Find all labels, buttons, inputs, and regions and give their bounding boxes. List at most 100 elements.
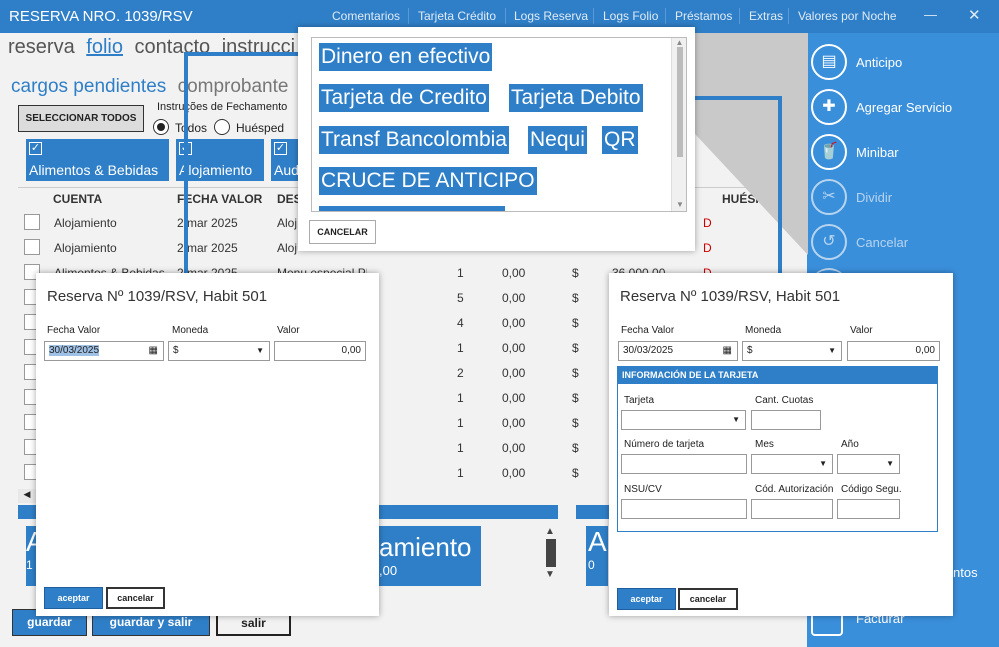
action-agregar-servicio[interactable]: ✚ Agregar Servicio <box>807 87 999 127</box>
tab-cargos-pendientes[interactable]: cargos pendientes <box>11 76 166 97</box>
scroll-up-icon[interactable]: ▲ <box>545 526 559 537</box>
cancel-payment-button[interactable]: CANCELAR <box>309 220 376 244</box>
scroll-thumb[interactable] <box>546 539 556 567</box>
cell-cur: $ <box>572 266 579 280</box>
valor-label: Valor <box>850 325 873 336</box>
mes-label: Mes <box>755 439 774 450</box>
option-efectivo[interactable]: Dinero en efectivo <box>319 43 493 71</box>
chevron-down-icon: ▼ <box>819 459 827 468</box>
scroll-thumb[interactable] <box>676 47 683 157</box>
option-bancolombia[interactable]: Transf Bancolombia <box>319 126 509 154</box>
valor-label: Valor <box>277 325 300 336</box>
radio-todos[interactable] <box>153 119 169 135</box>
option-cruce-anticipo[interactable]: CRUCE DE ANTICIPO <box>319 167 537 195</box>
action-label: Minibar <box>856 145 899 160</box>
tab-folio[interactable]: folio <box>86 36 123 58</box>
cancel-button[interactable]: cancelar <box>106 587 165 609</box>
scroll-up-icon[interactable]: ▲ <box>672 38 686 47</box>
minimize-icon[interactable]: — <box>924 7 937 22</box>
chevron-down-icon: ▼ <box>256 346 264 355</box>
cell-val: 0,00 <box>502 366 526 380</box>
menu-tarjeta-credito[interactable]: Tarjeta Crédito <box>418 9 496 23</box>
cell-cur: $ <box>572 291 579 305</box>
nsu-label: NSU/CV <box>624 484 662 495</box>
menu-logs-reserva[interactable]: Logs Reserva <box>514 9 588 23</box>
list-scrollbar[interactable]: ▲ ▼ <box>671 38 686 211</box>
scissors-icon: ✂ <box>811 179 847 215</box>
moneda-label: Moneda <box>172 325 209 336</box>
cell-cur: $ <box>572 416 579 430</box>
valor-input[interactable]: 0,00 <box>847 341 940 361</box>
payment-method-popup: Dinero en efectivo Tarjeta de Credito Ta… <box>298 27 695 251</box>
payment-method-list[interactable]: Dinero en efectivo Tarjeta de Credito Ta… <box>311 37 687 212</box>
menu-separator <box>593 8 594 24</box>
action-minibar[interactable]: 🥤 Minibar <box>807 132 999 172</box>
scroll-left-icon[interactable]: ◀ <box>18 489 36 503</box>
category-alimentos[interactable]: ✓ Alimentos & Bebidas <box>26 139 169 181</box>
fecha-label: Fecha Valor <box>47 325 101 336</box>
tab-reserva[interactable]: reserva <box>8 36 75 58</box>
cell-cant: 1 <box>457 466 464 480</box>
column-cuenta: CUENTA <box>53 192 103 206</box>
summary-label: amiento <box>379 532 472 562</box>
cell-val: 0,00 <box>502 391 526 405</box>
menu-extras[interactable]: Extras <box>749 9 783 23</box>
cell-cant: 5 <box>457 291 464 305</box>
calendar-icon[interactable]: ▦ <box>723 342 732 360</box>
action-dividir[interactable]: ✂ Dividir <box>807 177 999 217</box>
menu-separator <box>788 8 789 24</box>
numero-input[interactable] <box>621 454 747 474</box>
anio-select[interactable]: ▼ <box>837 454 900 474</box>
cell-cant: 1 <box>457 341 464 355</box>
calendar-icon[interactable]: ▦ <box>149 342 158 360</box>
row-checkbox[interactable] <box>24 214 40 230</box>
fecha-input[interactable]: 30/03/2025 ▦ <box>44 341 164 361</box>
cuotas-input[interactable] <box>751 410 821 430</box>
valor-input[interactable]: 0,00 <box>274 341 366 361</box>
numero-label: Número de tarjeta <box>624 439 705 450</box>
menu-separator <box>408 8 409 24</box>
tarjeta-select[interactable]: ▼ <box>621 410 746 430</box>
menu-valores-noche[interactable]: Valores por Noche <box>798 9 897 23</box>
nsu-input[interactable] <box>621 499 747 519</box>
option-nequi[interactable]: Nequi <box>528 126 587 154</box>
accept-button[interactable]: aceptar <box>617 588 676 610</box>
menu-logs-folio[interactable]: Logs Folio <box>603 9 658 23</box>
accept-button[interactable]: aceptar <box>44 587 103 609</box>
mes-select[interactable]: ▼ <box>751 454 833 474</box>
cell-cur: $ <box>572 441 579 455</box>
fecha-label: Fecha Valor <box>621 325 675 336</box>
select-all-button[interactable]: SELECCIONAR TODOS <box>18 105 144 132</box>
option-tarjeta-credito[interactable]: Tarjeta de Credito <box>319 84 489 112</box>
scroll-down-icon[interactable]: ▼ <box>672 200 686 209</box>
chevron-down-icon: ▼ <box>828 346 836 355</box>
cell-val: 0,00 <box>502 416 526 430</box>
close-icon[interactable]: ✕ <box>968 6 981 24</box>
undo-icon: ↺ <box>811 224 847 260</box>
option-tarjeta-debito[interactable]: Tarjeta Debito <box>509 84 643 112</box>
seguridad-label: Código Segu. <box>841 484 902 495</box>
row-checkbox[interactable] <box>24 239 40 255</box>
scroll-down-icon[interactable]: ▼ <box>545 569 559 580</box>
cell-val: 0,00 <box>502 291 526 305</box>
moneda-select[interactable]: $ ▼ <box>168 341 270 361</box>
action-cancelar[interactable]: ↺ Cancelar <box>807 222 999 262</box>
cell-cur: $ <box>572 316 579 330</box>
action-anticipo[interactable]: ▤ Anticipo <box>807 42 999 82</box>
cell-cant: 1 <box>457 416 464 430</box>
seguridad-input[interactable] <box>837 499 900 519</box>
cancel-button[interactable]: cancelar <box>678 588 738 610</box>
moneda-select[interactable]: $ ▼ <box>742 341 842 361</box>
scroll-vertical[interactable]: ▲ ▼ <box>545 526 559 586</box>
partial-label: ntos <box>953 565 978 580</box>
cell-cant: 1 <box>457 266 464 280</box>
menu-prestamos[interactable]: Préstamos <box>675 9 732 23</box>
money-icon: ▤ <box>811 44 847 80</box>
menu-comentarios[interactable]: Comentarios <box>332 9 400 23</box>
cell-cuenta: Alojamiento <box>54 216 117 230</box>
option-qr[interactable]: QR <box>602 126 638 154</box>
fecha-input[interactable]: 30/03/2025 ▦ <box>618 341 738 361</box>
autorizacion-input[interactable] <box>751 499 833 519</box>
cell-val: 0,00 <box>502 341 526 355</box>
cell-val: 0,00 <box>502 441 526 455</box>
